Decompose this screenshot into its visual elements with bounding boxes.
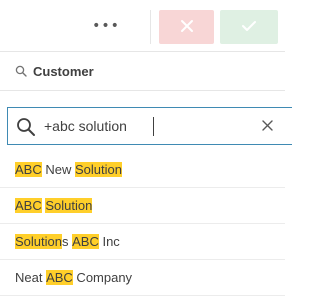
checkmark-icon	[241, 18, 257, 37]
match-highlight: Solution	[45, 198, 93, 213]
text-caret	[153, 117, 154, 136]
result-item[interactable]: Solution s ABC Inc	[0, 224, 285, 260]
more-options-label: •••	[92, 18, 120, 34]
match-highlight: ABC	[15, 198, 42, 213]
result-text: Company	[72, 270, 133, 285]
field-title-label: Customer	[33, 63, 94, 79]
field-title-divider	[0, 90, 285, 91]
more-options-button[interactable]: •••	[89, 11, 123, 41]
result-item[interactable]: ABC Solution	[0, 188, 285, 224]
selection-toolbar: •••	[0, 0, 285, 50]
result-item[interactable]: Neat ABC Company	[0, 260, 285, 296]
search-results-list: ABC New Solution ABC Solution Solution s AB…	[0, 152, 285, 296]
search-input[interactable]	[44, 114, 244, 138]
field-title: Customer	[0, 52, 285, 90]
match-highlight: ABC	[46, 270, 73, 285]
search-icon	[15, 65, 27, 77]
result-text: s	[61, 234, 73, 249]
close-icon	[180, 18, 194, 37]
clear-search-icon[interactable]	[262, 120, 273, 131]
match-highlight: Solution	[15, 234, 62, 249]
result-item[interactable]: ABC New Solution	[0, 152, 285, 188]
match-highlight: ABC	[15, 162, 42, 177]
toolbar-divider	[150, 10, 151, 44]
cancel-selection-button[interactable]	[159, 10, 214, 44]
confirm-selection-button[interactable]	[220, 10, 278, 44]
result-text: Inc	[98, 234, 120, 249]
match-highlight: Solution	[74, 162, 122, 177]
result-text: New	[41, 162, 75, 177]
search-icon	[16, 117, 36, 137]
match-highlight: ABC	[72, 234, 99, 249]
result-text: Neat	[15, 270, 47, 285]
search-box[interactable]	[7, 107, 292, 145]
